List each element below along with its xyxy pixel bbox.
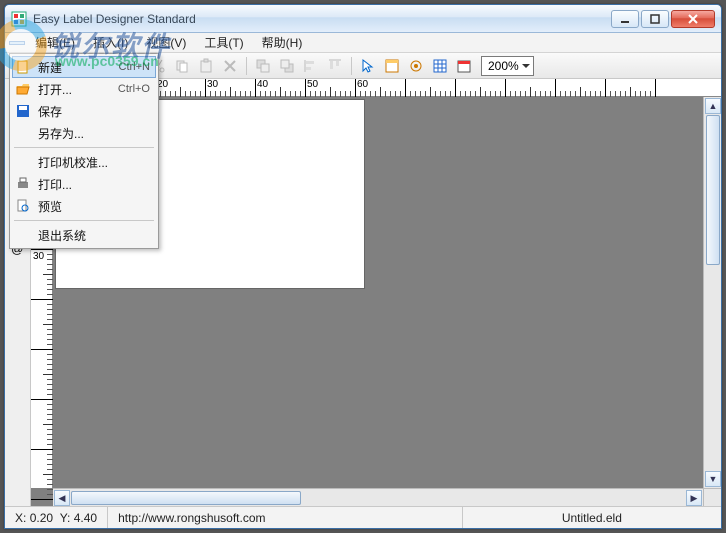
tb-align-top-icon[interactable] — [324, 55, 346, 77]
scroll-up-icon[interactable]: ▲ — [705, 98, 721, 114]
save-icon — [14, 102, 32, 120]
status-url: http://www.rongshusoft.com — [108, 507, 463, 528]
menu-separator — [14, 220, 154, 221]
menu-item-open[interactable]: 打开... Ctrl+O — [12, 78, 156, 100]
zoom-combobox[interactable]: 200% — [481, 56, 534, 76]
blank-icon — [14, 124, 32, 142]
print-icon — [14, 175, 32, 193]
scroll-thumb[interactable] — [706, 115, 720, 265]
menu-help[interactable]: 帮助(H) — [254, 32, 311, 53]
menu-item-saveas[interactable]: 另存为... — [12, 122, 156, 144]
blank-icon — [14, 153, 32, 171]
status-x-label: X: — [15, 511, 26, 525]
scroll-down-icon[interactable]: ▼ — [705, 471, 721, 487]
status-y-label: Y: — [60, 511, 71, 525]
menu-tool[interactable]: 工具(T) — [196, 32, 251, 53]
blank-icon — [14, 226, 32, 244]
status-y-value: 4.40 — [74, 511, 97, 525]
menu-edit[interactable]: 编辑(E) — [27, 32, 83, 53]
menu-item-new[interactable]: 新建 Ctrl+N — [12, 56, 156, 78]
menu-item-calib[interactable]: 打印机校准... — [12, 151, 156, 173]
menu-view[interactable]: 视图(V) — [138, 32, 194, 53]
menu-item-print[interactable]: 打印... — [12, 173, 156, 195]
status-coords: X: 0.20 Y: 4.40 — [5, 507, 108, 528]
vertical-scrollbar[interactable]: ▲ ▼ — [703, 97, 721, 488]
app-icon — [11, 11, 27, 27]
scroll-corner — [703, 488, 721, 506]
status-filename: Untitled.eld — [463, 507, 721, 528]
close-button[interactable] — [671, 10, 715, 28]
tb-settings-icon[interactable] — [405, 55, 427, 77]
titlebar[interactable]: Easy Label Designer Standard — [5, 5, 721, 33]
tb-copy-icon[interactable] — [171, 55, 193, 77]
menu-item-label: 打开... — [38, 81, 112, 98]
window-title: Easy Label Designer Standard — [33, 12, 611, 26]
scroll-right-icon[interactable]: ▶ — [686, 490, 702, 506]
menu-item-save[interactable]: 保存 — [12, 100, 156, 122]
tb-grid-icon[interactable] — [429, 55, 451, 77]
horizontal-scrollbar[interactable]: ◀ ▶ — [53, 488, 703, 506]
minimize-button[interactable] — [611, 10, 639, 28]
menu-item-label: 打印... — [38, 176, 144, 193]
preview-icon — [14, 197, 32, 215]
menubar: 编辑(E) 插入(I) 视图(V) 工具(T) 帮助(H) — [5, 33, 721, 53]
menu-item-label: 退出系统 — [38, 227, 144, 244]
file-menu-dropdown: 新建 Ctrl+N 打开... Ctrl+O 保存另存为... 打印机校准... 打印...… — [9, 53, 159, 249]
window-controls — [611, 10, 715, 28]
scroll-left-icon[interactable]: ◀ — [54, 490, 70, 506]
tb-delete-icon[interactable] — [219, 55, 241, 77]
menu-item-label: 打印机校准... — [38, 154, 144, 171]
menu-insert[interactable]: 插入(I) — [85, 32, 136, 53]
tb-paste-icon[interactable] — [195, 55, 217, 77]
menu-item-label: 另存为... — [38, 125, 144, 142]
toolbar-sep — [351, 57, 352, 75]
tb-send-back-icon[interactable] — [276, 55, 298, 77]
menu-item-accel: Ctrl+N — [119, 61, 150, 73]
menu-separator — [14, 147, 154, 148]
tb-bring-front-icon[interactable] — [252, 55, 274, 77]
new-icon — [14, 58, 32, 76]
menu-item-preview[interactable]: 预览 — [12, 195, 156, 217]
tb-select-icon[interactable] — [357, 55, 379, 77]
open-icon — [14, 80, 32, 98]
maximize-button[interactable] — [641, 10, 669, 28]
menu-item-accel: Ctrl+O — [118, 83, 150, 95]
statusbar: X: 0.20 Y: 4.40 http://www.rongshusoft.c… — [5, 506, 721, 528]
app-window: Easy Label Designer Standard 编辑(E) 插入(I)… — [4, 4, 722, 529]
tb-align-left-icon[interactable] — [300, 55, 322, 77]
menu-item-label: 保存 — [38, 103, 144, 120]
toolbar-sep — [246, 57, 247, 75]
menu-item-label: 预览 — [38, 198, 144, 215]
tb-date-icon[interactable] — [453, 55, 475, 77]
tb-properties-icon[interactable] — [381, 55, 403, 77]
menu-file[interactable] — [9, 41, 25, 45]
zoom-value: 200% — [488, 59, 519, 73]
scroll-thumb[interactable] — [71, 491, 301, 505]
status-x-value: 0.20 — [30, 511, 53, 525]
menu-item-exit[interactable]: 退出系统 — [12, 224, 156, 246]
menu-item-label: 新建 — [38, 59, 113, 76]
